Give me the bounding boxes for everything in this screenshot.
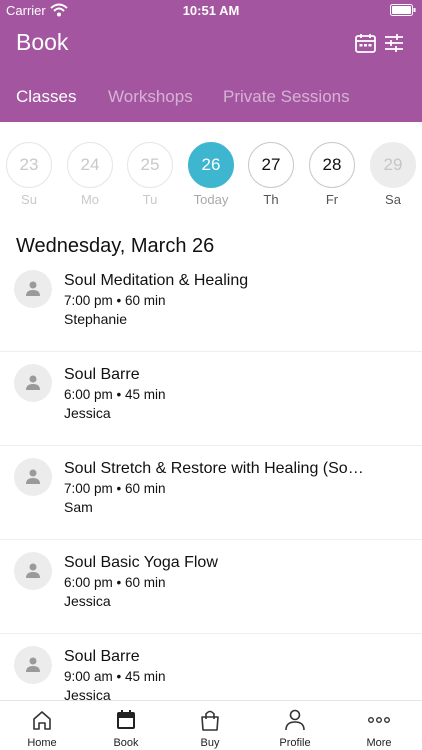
class-time: 9:00 am • 45 min bbox=[64, 669, 166, 684]
avatar bbox=[14, 270, 52, 308]
nav-profile[interactable]: Profile bbox=[253, 701, 337, 750]
day-label: Sa bbox=[385, 192, 401, 207]
home-icon bbox=[33, 711, 51, 730]
nav-label: Profile bbox=[279, 737, 311, 749]
class-time: 7:00 pm • 60 min bbox=[64, 293, 166, 308]
calendar-icon bbox=[117, 710, 135, 729]
avatar bbox=[14, 646, 52, 684]
tab-workshops[interactable]: Workshops bbox=[108, 87, 193, 107]
tab-classes[interactable]: Classes bbox=[16, 87, 76, 107]
more-icon bbox=[368, 716, 390, 723]
profile-icon bbox=[285, 709, 305, 731]
person-icon bbox=[26, 281, 40, 296]
class-teacher: Stephanie bbox=[64, 311, 128, 327]
class-time: 7:00 pm • 60 min bbox=[64, 481, 166, 496]
shopping-bag-icon bbox=[201, 710, 219, 731]
avatar bbox=[14, 364, 52, 402]
day-tuesday[interactable]: 25 Tu bbox=[127, 142, 173, 207]
nav-label: Buy bbox=[200, 737, 220, 749]
day-number: 29 bbox=[370, 142, 416, 188]
nav-book[interactable]: Book bbox=[84, 701, 168, 750]
day-sunday[interactable]: 23 Su bbox=[6, 142, 52, 207]
class-teacher: Jessica bbox=[64, 405, 111, 421]
calendar-icon[interactable] bbox=[355, 33, 376, 53]
battery-icon bbox=[390, 4, 416, 16]
nav-more[interactable]: More bbox=[337, 701, 421, 750]
day-label: Mo bbox=[80, 192, 100, 207]
person-icon bbox=[26, 563, 40, 578]
day-monday[interactable]: 24 Mo bbox=[67, 142, 113, 207]
day-label: Fr bbox=[325, 192, 339, 207]
class-teacher: Jessica bbox=[64, 593, 111, 609]
day-label: Today bbox=[193, 192, 229, 207]
class-row[interactable]: Soul Stretch & Restore with Healing (So…… bbox=[0, 446, 422, 540]
page-title: Book bbox=[16, 29, 69, 55]
day-friday[interactable]: 28 Fr bbox=[309, 142, 355, 207]
class-row[interactable]: Soul Basic Yoga Flow 6:00 pm • 60 min Je… bbox=[0, 540, 422, 634]
date-heading: Wednesday, March 26 bbox=[16, 235, 215, 257]
tab-private-sessions[interactable]: Private Sessions bbox=[223, 87, 350, 107]
class-time: 6:00 pm • 60 min bbox=[64, 575, 166, 590]
day-number: 25 bbox=[127, 142, 173, 188]
class-teacher: Sam bbox=[64, 499, 93, 515]
filter-icon[interactable] bbox=[384, 33, 404, 53]
nav-label: Home bbox=[27, 737, 57, 749]
day-label: Tu bbox=[142, 192, 158, 207]
class-list: Soul Meditation & Healing 7:00 pm • 60 m… bbox=[0, 258, 422, 728]
header: Carrier 10:51 AM Book Classes Workshops … bbox=[0, 0, 422, 122]
status-time: 10:51 AM bbox=[182, 3, 240, 18]
nav-buy[interactable]: Buy bbox=[168, 701, 252, 750]
person-icon bbox=[26, 375, 40, 390]
nav-label: More bbox=[366, 737, 392, 749]
day-number: 26 bbox=[188, 142, 234, 188]
avatar bbox=[14, 552, 52, 590]
avatar bbox=[14, 458, 52, 496]
class-name: Soul Meditation & Healing bbox=[64, 272, 249, 289]
day-today-selected[interactable]: 26 Today bbox=[188, 142, 234, 207]
day-number: 27 bbox=[248, 142, 294, 188]
person-icon bbox=[26, 657, 40, 672]
class-time: 6:00 pm • 45 min bbox=[64, 387, 166, 402]
class-row[interactable]: Soul Meditation & Healing 7:00 pm • 60 m… bbox=[0, 258, 422, 352]
class-name: Soul Stretch & Restore with Healing (So… bbox=[64, 460, 364, 477]
class-row[interactable]: Soul Barre 6:00 pm • 45 min Jessica bbox=[0, 352, 422, 446]
day-label: Su bbox=[21, 192, 37, 207]
day-number: 23 bbox=[6, 142, 52, 188]
day-label: Th bbox=[263, 192, 279, 207]
day-thursday[interactable]: 27 Th bbox=[248, 142, 294, 207]
class-name: Soul Barre bbox=[64, 648, 140, 665]
day-saturday[interactable]: 29 Sa bbox=[370, 142, 416, 207]
class-name: Soul Basic Yoga Flow bbox=[64, 554, 218, 571]
status-bar: Carrier 10:51 AM bbox=[0, 0, 422, 20]
nav-label: Book bbox=[113, 737, 139, 749]
class-name: Soul Barre bbox=[64, 366, 140, 383]
bottom-nav: Home Book Buy Profile More bbox=[0, 700, 422, 750]
day-number: 24 bbox=[67, 142, 113, 188]
day-number: 28 bbox=[309, 142, 355, 188]
nav-home[interactable]: Home bbox=[0, 701, 84, 750]
person-icon bbox=[26, 469, 40, 484]
